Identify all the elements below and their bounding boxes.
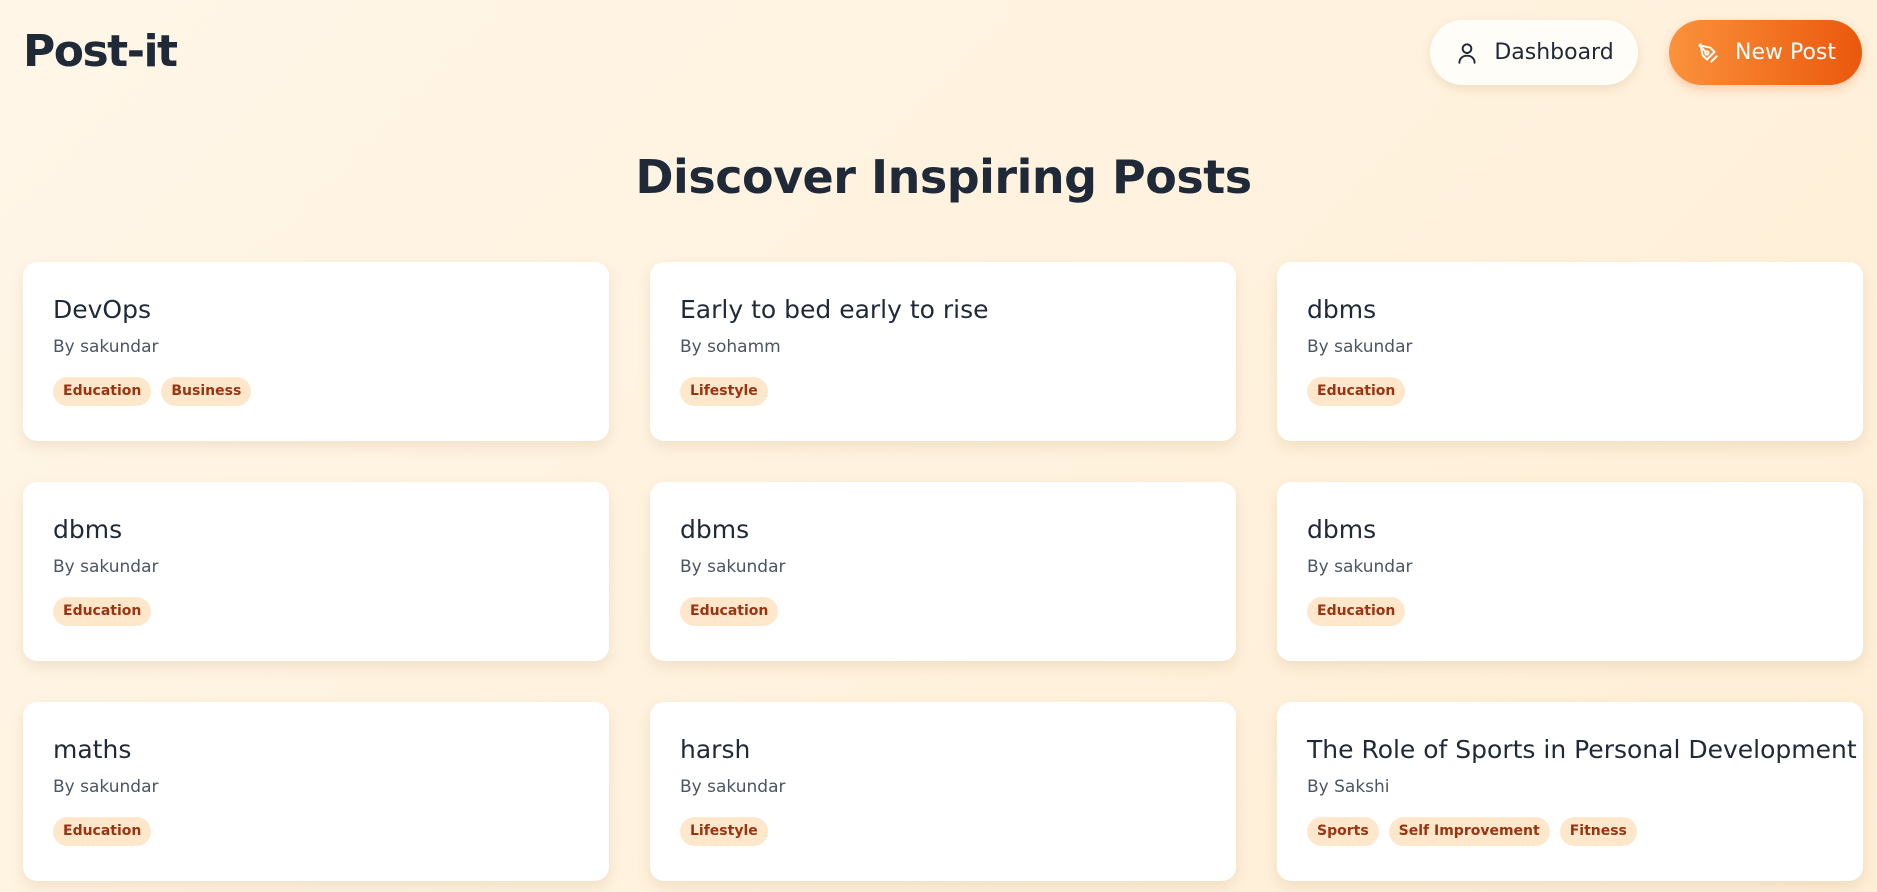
post-title: dbms xyxy=(1307,515,1377,544)
post-card[interactable]: dbms By sakundar Education xyxy=(23,482,609,661)
post-tags: Education xyxy=(680,597,1206,626)
tag-badge[interactable]: Education xyxy=(680,597,779,626)
app-logo[interactable]: Post-it xyxy=(23,26,178,77)
post-tags: Education xyxy=(1307,597,1833,626)
tag-badge[interactable]: Business xyxy=(161,377,252,406)
posts-grid: DevOps By sakundar Education Business Ea… xyxy=(23,262,1863,881)
tag-badge[interactable]: Education xyxy=(53,597,152,626)
post-author: By sohamm xyxy=(680,337,781,357)
new-post-button-label: New Post xyxy=(1734,40,1836,65)
post-tags: Education xyxy=(53,597,579,626)
page-title: Discover Inspiring Posts xyxy=(635,150,1252,204)
dashboard-button-label: Dashboard xyxy=(1494,40,1614,65)
post-title: Early to bed early to rise xyxy=(680,295,989,324)
post-author: By sakundar xyxy=(1307,337,1413,357)
user-icon xyxy=(1458,42,1476,64)
post-tags: Education xyxy=(53,817,579,846)
pen-icon xyxy=(1698,42,1718,63)
tag-badge[interactable]: Sports xyxy=(1307,817,1379,846)
post-title: The Role of Sports in Personal Developme… xyxy=(1307,735,1857,764)
post-author: By sakundar xyxy=(53,557,159,577)
top-bar: Post-it Dashboard New Post xyxy=(0,0,1877,108)
post-card[interactable]: dbms By sakundar Education xyxy=(650,482,1236,661)
tag-badge[interactable]: Education xyxy=(1307,597,1406,626)
post-card[interactable]: The Role of Sports in Personal Developme… xyxy=(1277,702,1863,881)
post-card[interactable]: maths By sakundar Education xyxy=(23,702,609,881)
post-card[interactable]: Early to bed early to rise By sohamm Lif… xyxy=(650,262,1236,441)
post-card[interactable]: dbms By sakundar Education xyxy=(1277,482,1863,661)
tag-badge[interactable]: Education xyxy=(1307,377,1406,406)
post-title: DevOps xyxy=(53,295,151,324)
post-tags: Lifestyle xyxy=(680,817,1206,846)
tag-badge[interactable]: Lifestyle xyxy=(680,817,768,846)
post-author: By sakundar xyxy=(680,557,786,577)
post-title: dbms xyxy=(680,515,750,544)
post-card[interactable]: harsh By sakundar Lifestyle xyxy=(650,702,1236,881)
post-title: maths xyxy=(53,735,132,764)
post-tags: Lifestyle xyxy=(680,377,1206,406)
post-tags: Sports Self Improvement Fitness xyxy=(1307,817,1833,846)
new-post-button[interactable]: New Post xyxy=(1669,20,1862,85)
post-title: dbms xyxy=(1307,295,1377,324)
tag-badge[interactable]: Self Improvement xyxy=(1388,817,1550,846)
tag-badge[interactable]: Fitness xyxy=(1559,817,1637,846)
post-card[interactable]: dbms By sakundar Education xyxy=(1277,262,1863,441)
post-author: By sakundar xyxy=(53,777,159,797)
tag-badge[interactable]: Education xyxy=(53,377,152,406)
post-tags: Education xyxy=(1307,377,1833,406)
post-author: By sakundar xyxy=(53,337,159,357)
post-author: By Sakshi xyxy=(1307,777,1390,797)
post-tags: Education Business xyxy=(53,377,579,406)
post-title: harsh xyxy=(680,735,751,764)
post-author: By sakundar xyxy=(680,777,786,797)
post-title: dbms xyxy=(53,515,123,544)
tag-badge[interactable]: Lifestyle xyxy=(680,377,768,406)
dashboard-button[interactable]: Dashboard xyxy=(1430,20,1638,85)
post-card[interactable]: DevOps By sakundar Education Business xyxy=(23,262,609,441)
tag-badge[interactable]: Education xyxy=(53,817,152,846)
post-author: By sakundar xyxy=(1307,557,1413,577)
